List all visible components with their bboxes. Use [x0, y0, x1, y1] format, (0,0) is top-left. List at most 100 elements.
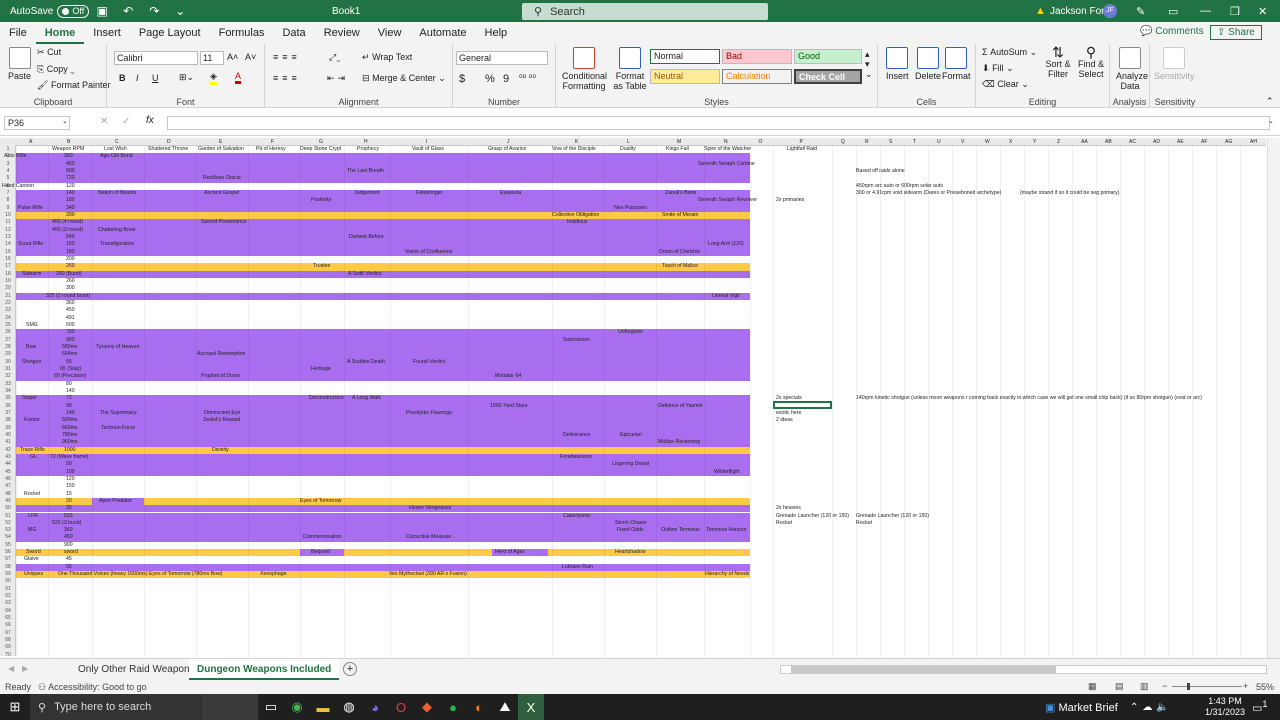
pen-icon[interactable]: ✎: [1136, 5, 1145, 18]
search-box[interactable]: ⚲ Search: [522, 3, 768, 20]
styles-scroll-icon[interactable]: ▴ ▾ ⌄: [865, 49, 873, 79]
customize-qat-icon[interactable]: ⌄: [167, 0, 193, 22]
page-break-view-icon[interactable]: ▥: [1140, 681, 1149, 692]
column-header[interactable]: P: [800, 138, 803, 146]
clear-button[interactable]: ⌫ Clear ⌄: [982, 79, 1029, 90]
table-cell[interactable]: 660ms: [62, 425, 78, 432]
table-cell[interactable]: Prosdytko Flavonga: [406, 410, 452, 417]
style-neutral[interactable]: Neutral: [650, 69, 720, 84]
format-cells-button[interactable]: Format: [942, 47, 971, 81]
table-cell[interactable]: 780ms: [62, 432, 78, 439]
table-cell[interactable]: Deconstruction: [309, 395, 344, 402]
table-cell[interactable]: 450 (4 round): [52, 219, 83, 226]
table-cell[interactable]: 140: [66, 190, 75, 197]
name-box[interactable]: P36: [4, 116, 70, 130]
table-cell[interactable]: Touch of Malice: [662, 263, 698, 270]
row-header[interactable]: 32: [0, 373, 16, 379]
table-cell[interactable]: Reckless Oracle: [203, 175, 241, 182]
table-cell[interactable]: LFR: [28, 513, 38, 520]
table-cell[interactable]: Glaive: [24, 556, 39, 563]
row-header[interactable]: 17: [0, 263, 16, 269]
table-cell[interactable]: Heritage: [311, 366, 331, 373]
insert-cells-button[interactable]: Insert: [886, 47, 909, 81]
column-header[interactable]: H: [364, 138, 368, 146]
row-header[interactable]: 19: [0, 278, 16, 284]
table-cell[interactable]: A Long Walk: [352, 395, 381, 402]
table-cell[interactable]: 450: [66, 307, 75, 314]
menu-help[interactable]: Help: [476, 22, 517, 44]
column-header[interactable]: X: [1009, 138, 1012, 146]
column-title[interactable]: Vow of the Disciple: [552, 146, 596, 153]
row-header[interactable]: 64: [0, 608, 16, 614]
format-as-table-button[interactable]: Format as Table: [610, 47, 650, 91]
number-format-select[interactable]: General: [456, 51, 548, 65]
table-cell[interactable]: 25: [66, 505, 72, 512]
table-cell[interactable]: GL: [30, 454, 37, 461]
column-title[interactable]: Duality: [620, 146, 636, 153]
row-header[interactable]: 21: [0, 293, 16, 299]
table-cell[interactable]: Shotgun: [22, 359, 41, 366]
grow-font-icon[interactable]: A˄: [227, 52, 238, 62]
font-size-select[interactable]: 11: [200, 51, 224, 65]
table-cell[interactable]: The Supremacy: [100, 410, 137, 417]
table-cell[interactable]: Fixed Odds: [617, 527, 644, 534]
column-title[interactable]: Shattered Throne: [148, 146, 188, 153]
table-cell[interactable]: 450: [64, 534, 73, 541]
enter-icon[interactable]: ✓: [122, 116, 130, 127]
column-header[interactable]: A: [29, 138, 32, 146]
column-header[interactable]: AG: [1225, 138, 1232, 146]
table-cell[interactable]: 72 (Wave frame): [50, 454, 88, 461]
table-cell[interactable]: 150: [66, 241, 75, 248]
copy-button[interactable]: ⎘ Copy ⌄: [37, 64, 74, 75]
autosum-button[interactable]: Σ AutoSum ⌄: [982, 47, 1037, 58]
avatar[interactable]: JF: [1103, 4, 1117, 18]
table-cell[interactable]: Nation of Beasts: [98, 190, 136, 197]
collapse-ribbon-icon[interactable]: ⌃: [1266, 96, 1274, 107]
name-box-dropdown-icon[interactable]: ⌄: [62, 117, 68, 125]
windows-start-icon[interactable]: ⊞: [0, 694, 30, 720]
accessibility-status[interactable]: ⚇ Accessibility: Good to go: [38, 682, 147, 693]
column-header[interactable]: AE: [1177, 138, 1184, 146]
table-cell[interactable]: 180: [66, 249, 75, 256]
file-explorer-icon[interactable]: ▬: [310, 694, 336, 720]
table-cell[interactable]: Long Arm (120): [708, 241, 744, 248]
italic-button[interactable]: I: [136, 73, 139, 83]
column-header[interactable]: S: [889, 138, 892, 146]
column-header[interactable]: D: [167, 138, 171, 146]
vertical-align-icons[interactable]: ≡≡≡: [273, 52, 301, 62]
table-cell[interactable]: 90: [66, 461, 72, 468]
table-cell[interactable]: Techeun Force: [101, 425, 135, 432]
column-header[interactable]: AA: [1081, 138, 1088, 146]
row-header[interactable]: 33: [0, 381, 16, 387]
table-cell[interactable]: 65 (Slug): [60, 366, 81, 373]
table-cell[interactable]: Doom of Chelchis: [659, 249, 700, 256]
underline-button[interactable]: U: [152, 73, 159, 83]
row-header[interactable]: 26: [0, 329, 16, 335]
table-cell[interactable]: Bow: [26, 344, 36, 351]
table-cell[interactable]: Trace Rifle: [20, 447, 45, 454]
table-cell[interactable]: The Last Breath: [347, 168, 384, 175]
column-header[interactable]: R: [865, 138, 869, 146]
row-header[interactable]: 57: [0, 556, 16, 562]
column-header[interactable]: J: [507, 138, 510, 146]
table-cell[interactable]: Outline Terminus: [661, 527, 700, 534]
row-header[interactable]: 34: [0, 388, 16, 394]
column-header[interactable]: C: [115, 138, 119, 146]
table-cell[interactable]: Trustee: [313, 263, 330, 270]
game-icon[interactable]: ⛰: [492, 694, 518, 720]
column-header[interactable]: Y: [1033, 138, 1036, 146]
excel-taskbar-icon[interactable]: X: [518, 694, 544, 720]
bold-button[interactable]: B: [119, 73, 126, 83]
table-cell[interactable]: 80: [66, 381, 72, 388]
table-cell[interactable]: 600: [66, 322, 75, 329]
menu-file[interactable]: File: [0, 22, 36, 44]
sort-filter-button[interactable]: ⇅ Sort & Filter: [1044, 45, 1072, 79]
table-cell[interactable]: Posterity: [311, 197, 331, 204]
table-cell[interactable]: Age-Old Bond: [100, 153, 133, 160]
row-header[interactable]: 56: [0, 549, 16, 555]
table-cell[interactable]: 533: [64, 513, 73, 520]
row-header[interactable]: 15: [0, 249, 16, 255]
row-header[interactable]: 46: [0, 476, 16, 482]
row-header[interactable]: 25: [0, 322, 16, 328]
table-cell[interactable]: Storm Chaser: [615, 520, 647, 527]
